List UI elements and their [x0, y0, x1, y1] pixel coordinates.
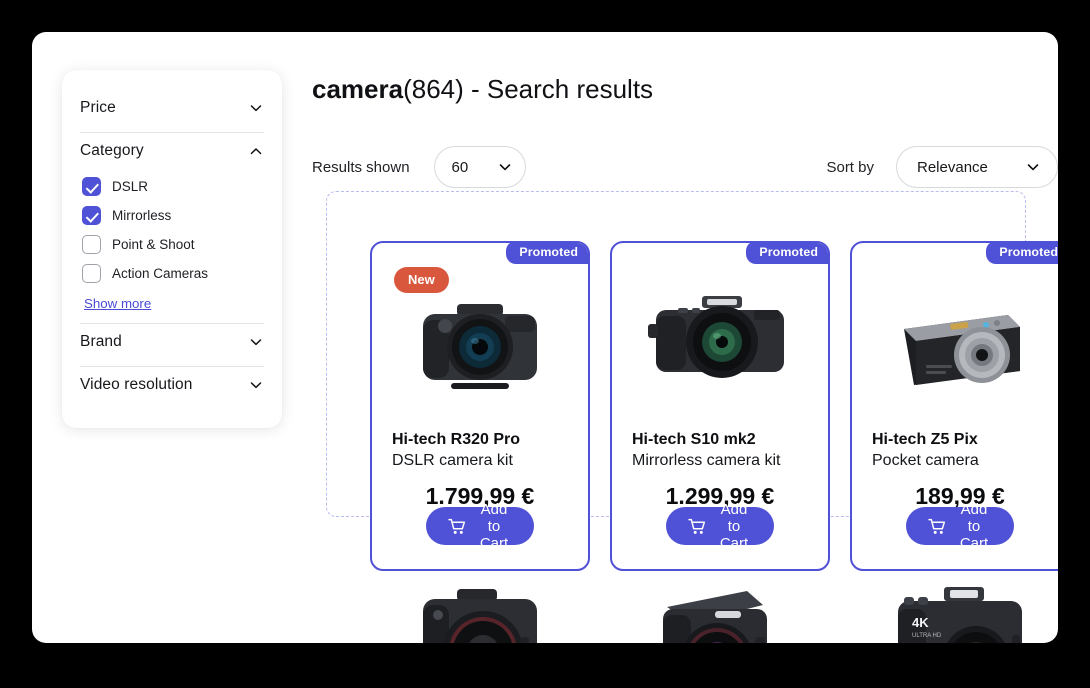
product-card[interactable]: Promoted	[610, 241, 830, 571]
filters-sidebar: Price Category DSLR Mirrorless Point & S…	[62, 70, 282, 428]
product-subtitle: Pocket camera	[872, 452, 979, 469]
facet-video-resolution-header[interactable]: Video resolution	[80, 369, 264, 402]
add-to-cart-button[interactable]: Add to Cart	[426, 501, 534, 552]
pocket-camera-image	[852, 263, 1058, 433]
chevron-up-icon	[248, 143, 264, 159]
divider	[80, 323, 264, 324]
svg-text:4K: 4K	[912, 615, 929, 630]
checkbox-point-and-shoot[interactable]	[82, 235, 101, 254]
promoted-products-row: Promoted New Hi-tech R320 Pro DSLR camer…	[370, 241, 1058, 571]
facet-price-header[interactable]: Price	[80, 92, 264, 125]
app-window: Price Category DSLR Mirrorless Point & S…	[32, 32, 1058, 643]
category-option-mirrorless[interactable]: Mirrorless	[82, 201, 264, 230]
product-card[interactable]: Promoted	[850, 241, 1058, 571]
page-title-count: (864) - Search results	[403, 74, 654, 104]
next-products-row: 4K ULTRA HD	[370, 585, 1058, 643]
page-title: camera(864) - Search results	[312, 74, 653, 105]
facet-category: Category DSLR Mirrorless Point & Shoot A…	[62, 135, 282, 313]
category-option-point-and-shoot[interactable]: Point & Shoot	[82, 230, 264, 259]
cart-icon	[448, 518, 467, 535]
4k-camera-image-2[interactable]: 4K ULTRA HD	[850, 585, 1058, 643]
facet-price-label: Price	[80, 99, 116, 116]
svg-text:ULTRA HD: ULTRA HD	[912, 633, 942, 639]
checkbox-mirrorless[interactable]	[82, 206, 101, 225]
facet-video-resolution-label: Video resolution	[80, 376, 193, 393]
product-price: 189,99 €	[915, 483, 1005, 509]
divider	[80, 132, 264, 133]
chevron-down-icon	[497, 159, 513, 175]
category-option-label: Mirrorless	[112, 208, 172, 223]
chevron-down-icon	[248, 100, 264, 116]
show-more-link[interactable]: Show more	[84, 296, 151, 311]
results-controls-bar: Results shown 60 Sort by Relevance	[312, 145, 1058, 189]
checkbox-dslr[interactable]	[82, 177, 101, 196]
sort-by-value: Relevance	[917, 158, 988, 176]
facet-category-header[interactable]: Category	[80, 135, 264, 168]
sort-by-label: Sort by	[826, 158, 874, 176]
product-title: Hi-tech S10 mk2	[632, 431, 756, 448]
search-results-main: camera(864) - Search results Results sho…	[312, 32, 1058, 643]
product-subtitle: DSLR camera kit	[392, 452, 513, 469]
sort-by-select[interactable]: Relevance	[896, 146, 1058, 188]
divider	[80, 366, 264, 367]
facet-brand-label: Brand	[80, 333, 122, 350]
page-title-query: camera	[312, 74, 404, 104]
category-option-dslr[interactable]: DSLR	[82, 172, 264, 201]
chevron-down-icon	[1025, 159, 1041, 175]
category-option-label: DSLR	[112, 179, 149, 194]
facet-category-label: Category	[80, 142, 144, 159]
add-to-cart-label: Add to Cart	[719, 500, 749, 552]
promoted-badge: Promoted	[986, 243, 1058, 264]
facet-brand-header[interactable]: Brand	[80, 326, 264, 359]
dslr-camera-image-2[interactable]	[370, 585, 590, 643]
chevron-down-icon	[248, 377, 264, 393]
results-shown-select[interactable]: 60	[433, 146, 526, 188]
category-option-list: DSLR Mirrorless Point & Shoot Action Cam…	[80, 168, 264, 313]
compact-camera-image-2[interactable]	[610, 585, 830, 643]
category-option-label: Point & Shoot	[112, 237, 195, 252]
mirrorless-camera-image	[612, 263, 828, 433]
promoted-badge: Promoted	[746, 243, 828, 264]
facet-brand[interactable]: Brand	[62, 326, 282, 359]
facet-video-resolution[interactable]: Video resolution	[62, 369, 282, 402]
new-badge: New	[394, 267, 449, 293]
product-subtitle: Mirrorless camera kit	[632, 452, 781, 469]
category-option-label: Action Cameras	[112, 266, 209, 281]
product-title: Hi-tech R320 Pro	[392, 431, 521, 448]
add-to-cart-button[interactable]: Add to Cart	[906, 501, 1014, 552]
results-shown-label: Results shown	[312, 158, 410, 176]
promoted-badge: Promoted	[506, 243, 588, 264]
add-to-cart-label: Add to Cart	[959, 500, 989, 552]
product-title: Hi-tech Z5 Pix	[872, 431, 978, 448]
chevron-down-icon	[248, 334, 264, 350]
cart-icon	[688, 518, 707, 535]
results-shown-value: 60	[451, 158, 469, 176]
category-option-action-cameras[interactable]: Action Cameras	[82, 259, 264, 288]
cart-icon	[928, 518, 947, 535]
add-to-cart-label: Add to Cart	[479, 500, 509, 552]
add-to-cart-button[interactable]: Add to Cart	[666, 501, 774, 552]
facet-price[interactable]: Price	[62, 92, 282, 125]
product-card[interactable]: Promoted New Hi-tech R320 Pro DSLR camer…	[370, 241, 590, 571]
checkbox-action-cameras[interactable]	[82, 264, 101, 283]
